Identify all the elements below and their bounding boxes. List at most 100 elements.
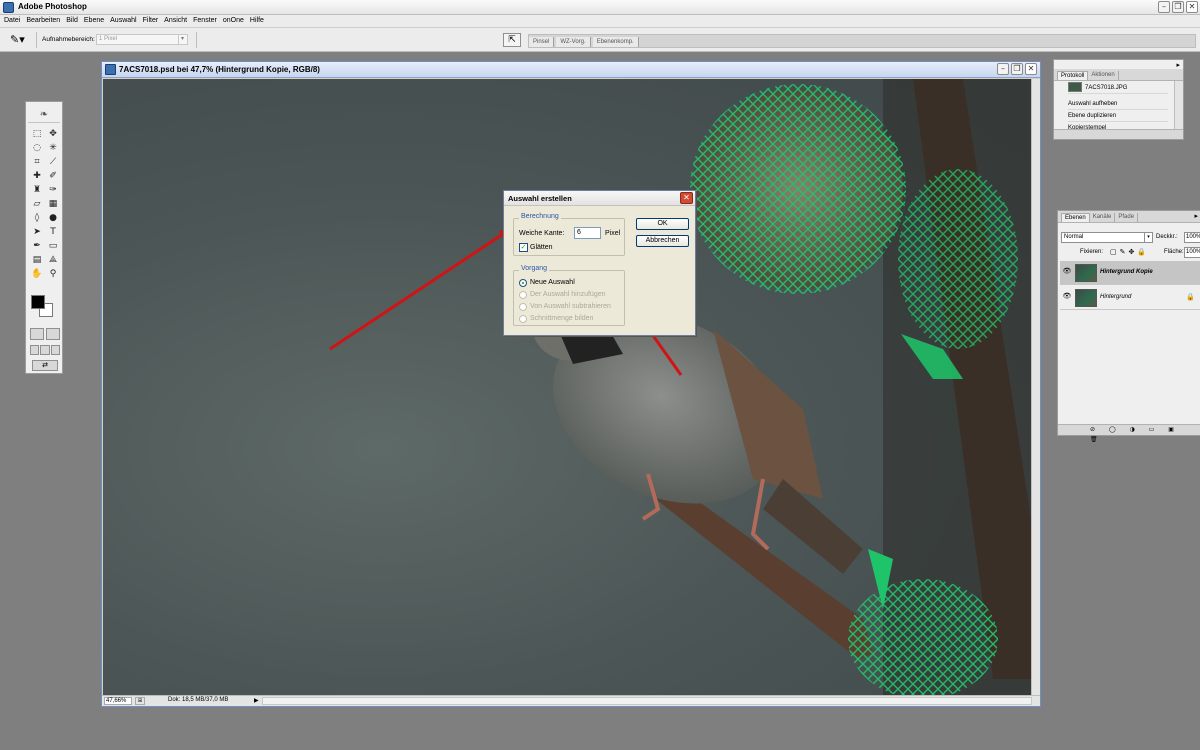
menu-datei[interactable]: Datei	[2, 15, 24, 27]
subtract-from-selection-radio[interactable]	[519, 303, 527, 311]
foreground-color-swatch[interactable]	[31, 295, 45, 309]
type-tool-icon[interactable]: T	[45, 225, 61, 239]
horizontal-scrollbar[interactable]	[262, 697, 1032, 705]
history-item[interactable]: Ebene duplizieren	[1068, 110, 1168, 122]
shape-tool-icon[interactable]: ▭	[45, 239, 61, 253]
layer-row[interactable]: 👁 Hintergrund Kopie	[1060, 261, 1200, 285]
tab-ebenen[interactable]: Ebenen	[1061, 213, 1090, 222]
opacity-input[interactable]: 100%	[1184, 232, 1200, 243]
menu-ansicht[interactable]: Ansicht	[162, 15, 191, 27]
lasso-tool-icon[interactable]: ◌	[29, 141, 45, 155]
image-canvas[interactable]	[103, 79, 1031, 695]
document-minimize-button[interactable]: –	[997, 63, 1009, 75]
zoom-field[interactable]: 47,66%	[104, 697, 132, 705]
menu-auswahl[interactable]: Auswahl	[108, 15, 140, 27]
sample-size-value: 1 Pixel	[99, 36, 118, 42]
add-to-selection-radio[interactable]	[519, 291, 527, 299]
crop-tool-icon[interactable]: ⌗	[29, 155, 45, 169]
history-panel-menu-icon[interactable]: ▸	[1176, 61, 1180, 69]
color-swatches	[31, 295, 59, 321]
magic-wand-tool-icon[interactable]: ✳	[45, 141, 61, 155]
brush-tool-icon[interactable]: ✐	[45, 169, 61, 183]
layers-panel-menu-icon[interactable]: ▸	[1194, 212, 1198, 220]
menu-filter[interactable]: Filter	[141, 15, 163, 27]
path-selection-tool-icon[interactable]: ➤	[29, 225, 45, 239]
anti-aliased-checkbox[interactable]: ✓	[519, 243, 528, 252]
ok-button[interactable]: OK	[636, 218, 689, 230]
feather-radius-input[interactable]: 6	[574, 227, 601, 239]
history-snapshot[interactable]: 7ACS7018.JPG	[1068, 82, 1168, 94]
minimize-button[interactable]: –	[1158, 1, 1170, 13]
eraser-tool-icon[interactable]: ▱	[29, 197, 45, 211]
menu-hilfe[interactable]: Hilfe	[248, 15, 268, 27]
sample-size-select[interactable]: 1 Pixel ▾	[96, 34, 188, 45]
tab-pfade[interactable]: Pfade	[1115, 213, 1139, 222]
eyedropper-tool-icon[interactable]: ⟁	[45, 253, 61, 267]
well-tab-wz-vorg[interactable]: WZ-Vorg.	[556, 37, 591, 47]
lock-icons[interactable]: ▢✎✥🔒	[1110, 248, 1149, 256]
dialog-close-button[interactable]: ✕	[680, 192, 693, 204]
screen-mode-buttons	[30, 345, 60, 355]
maximize-button[interactable]: ❐	[1172, 1, 1184, 13]
app-titlebar: Adobe Photoshop – ❐ ✕	[0, 0, 1200, 15]
document-maximize-button[interactable]: ❐	[1011, 63, 1023, 75]
menu-bild[interactable]: Bild	[64, 15, 82, 27]
pen-tool-icon[interactable]: ✒	[29, 239, 45, 253]
tab-protokoll[interactable]: Protokoll	[1057, 71, 1089, 80]
intersect-selection-radio[interactable]	[519, 315, 527, 323]
zoom-tool-icon[interactable]: ⚲	[45, 267, 61, 281]
marquee-tool-icon[interactable]: ⬚	[29, 127, 45, 141]
calculation-group-label: Berechnung	[519, 213, 561, 220]
eyedropper-tool-preset-icon[interactable]: ✎▾	[10, 33, 32, 47]
tool-grid: ⬚ ✥ ◌ ✳ ⌗ ⟋ ✚ ✐ ♜ ✑ ▱ ▦ ◊ ● ➤ T ✒ ▭ ▤ ⟁ …	[29, 127, 61, 281]
jump-to-imageready-icon[interactable]: ⇄	[32, 360, 58, 371]
menu-ebene[interactable]: Ebene	[82, 15, 108, 27]
slice-tool-icon[interactable]: ⟋	[45, 155, 61, 169]
cancel-button[interactable]: Abbrechen	[636, 235, 689, 247]
standard-mode-button[interactable]	[30, 328, 44, 340]
operation-group: Vorgang Neue Auswahl Der Auswahl hinzufü…	[513, 265, 625, 326]
dodge-tool-icon[interactable]: ●	[45, 211, 61, 225]
history-brush-tool-icon[interactable]: ✑	[45, 183, 61, 197]
healing-brush-tool-icon[interactable]: ✚	[29, 169, 45, 183]
zoom-popup-icon[interactable]: ⊞	[135, 697, 145, 705]
hand-tool-icon[interactable]: ✋	[29, 267, 45, 281]
well-tab-ebenenkomp[interactable]: Ebenenkomp.	[592, 37, 639, 47]
feather-unit-label: Pixel	[605, 230, 621, 237]
blur-tool-icon[interactable]: ◊	[29, 211, 45, 225]
gradient-tool-icon[interactable]: ▦	[45, 197, 61, 211]
clone-stamp-tool-icon[interactable]: ♜	[29, 183, 45, 197]
vertical-scrollbar[interactable]	[1031, 79, 1040, 695]
status-menu-arrow-icon[interactable]: ▶	[254, 697, 259, 704]
layer-thumbnail	[1075, 264, 1097, 282]
anti-aliased-label: Glätten	[530, 244, 553, 251]
menu-fenster[interactable]: Fenster	[191, 15, 221, 27]
tab-aktionen[interactable]: Aktionen	[1088, 71, 1119, 80]
document-close-button[interactable]: ✕	[1025, 63, 1037, 75]
file-browser-icon[interactable]: ⇱	[503, 33, 521, 47]
close-button[interactable]: ✕	[1186, 1, 1198, 13]
menu-bar: Datei Bearbeiten Bild Ebene Auswahl Filt…	[0, 15, 1200, 28]
layer-row[interactable]: 👁 Hintergrund 🔒	[1060, 286, 1200, 310]
layer-thumbnail	[1075, 289, 1097, 307]
new-selection-radio[interactable]	[519, 279, 527, 287]
visibility-eye-icon[interactable]: 👁	[1062, 267, 1072, 278]
well-tab-pinsel[interactable]: Pinsel	[529, 37, 555, 47]
notes-tool-icon[interactable]: ▤	[29, 253, 45, 267]
fill-input[interactable]: 100%	[1184, 247, 1200, 258]
history-scrollbar[interactable]	[1174, 81, 1183, 131]
tab-kanaele[interactable]: Kanäle	[1090, 213, 1116, 222]
quick-mask-mode-button[interactable]	[46, 328, 60, 340]
photoshop-logo-icon	[3, 2, 14, 13]
layers-panel-footer: ⊘ ◯ ◑ ▭ ▣ 🗑	[1058, 424, 1200, 443]
visibility-eye-icon[interactable]: 👁	[1062, 292, 1072, 303]
full-screen-menu-mode-button[interactable]	[40, 345, 50, 355]
menu-bearbeiten[interactable]: Bearbeiten	[24, 15, 64, 27]
history-item[interactable]: Auswahl aufheben	[1068, 98, 1168, 110]
opacity-label: Deckkr.:	[1156, 234, 1178, 240]
blend-mode-select[interactable]: Normal ▾	[1061, 232, 1153, 243]
full-screen-mode-button[interactable]	[50, 345, 60, 355]
standard-screen-mode-button[interactable]	[30, 345, 40, 355]
move-tool-icon[interactable]: ✥	[45, 127, 61, 141]
menu-onone[interactable]: onOne	[221, 15, 248, 27]
